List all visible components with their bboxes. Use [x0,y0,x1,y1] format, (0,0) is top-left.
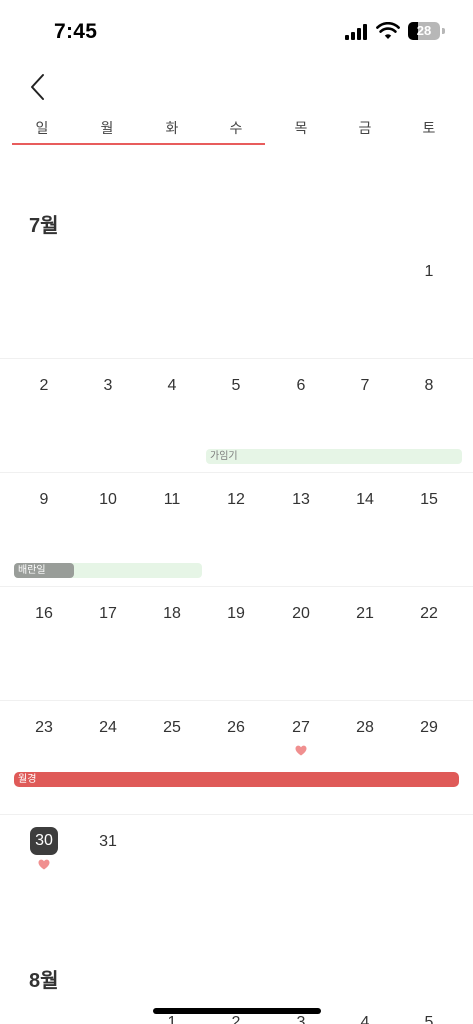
day-cell[interactable]: 7 [333,377,397,395]
status-bar: 7:45 28 [0,0,473,62]
day-cell[interactable]: 10 [76,491,140,509]
week-row: 23 24 25 26 27 28 29 월경 [0,701,473,815]
day-cell[interactable]: 14 [333,491,397,509]
day-cell[interactable]: 31 [76,833,140,851]
weekday-sun: 일 [35,121,49,137]
day-cell[interactable]: 29 [397,719,461,737]
day-cell[interactable]: 15 [397,491,461,509]
heart-icon [38,859,50,870]
month-title-august: 8월 [29,970,59,992]
week-row: 9 10 11 12 13 14 15 배란일 [0,473,473,587]
day-cell[interactable]: 19 [204,605,268,623]
day-cell[interactable]: 1 [140,1014,204,1024]
day-cell[interactable]: 24 [76,719,140,737]
home-indicator[interactable] [153,1008,321,1014]
day-cell[interactable]: 23 [12,719,76,737]
day-cell[interactable]: 26 [204,719,268,737]
battery-level: 28 [416,23,432,38]
day-cell[interactable]: 11 [140,491,204,509]
week-row: 1 [0,245,473,359]
back-button[interactable] [24,70,54,104]
day-cell[interactable]: 13 [269,491,333,509]
day-cell[interactable]: 3 [269,1014,333,1024]
day-cell[interactable]: 28 [333,719,397,737]
battery-nub [442,28,445,34]
day-cell[interactable]: 8 [397,377,461,395]
fertile-window-event[interactable]: 가임기 [206,449,462,464]
chevron-left-icon [31,74,44,100]
day-cell[interactable]: 25 [140,719,204,737]
weekday-fri: 금 [358,121,372,137]
week-row: 30 31 [0,815,473,929]
period-event[interactable]: 월경 [14,772,459,787]
weekday-underline [12,143,265,145]
weekday-mon: 월 [100,121,114,137]
day-cell[interactable]: 20 [269,605,333,623]
wifi-icon [376,22,400,39]
day-cell[interactable]: 5 [204,377,268,395]
day-cell[interactable]: 18 [140,605,204,623]
day-cell[interactable]: 1 [397,263,461,281]
battery-icon: 28 [408,22,440,40]
heart-icon [295,745,307,756]
day-cell[interactable]: 2 [204,1014,268,1024]
week-row: 16 17 18 19 20 21 22 [0,587,473,701]
day-cell[interactable]: 5 [397,1014,461,1024]
status-time: 7:45 [54,20,98,43]
day-cell[interactable]: 3 [76,377,140,395]
weekday-sat: 토 [422,121,436,137]
day-cell[interactable]: 21 [333,605,397,623]
day-cell[interactable]: 12 [204,491,268,509]
day-cell[interactable]: 17 [76,605,140,623]
day-cell[interactable]: 6 [269,377,333,395]
day-cell[interactable]: 4 [333,1014,397,1024]
ovulation-day-event[interactable]: 배란일 [14,563,74,578]
weekday-wed: 수 [229,121,243,137]
weekday-header: 일 월 화 수 목 금 토 [0,118,473,144]
cellular-signal-icon [345,24,369,40]
month-title-july: 7월 [29,215,59,237]
day-cell[interactable]: 2 [12,377,76,395]
day-cell[interactable]: 9 [12,491,76,509]
weekday-thu: 목 [294,121,308,137]
day-cell-today[interactable]: 30 [30,827,58,855]
day-cell[interactable]: 4 [140,377,204,395]
day-cell[interactable]: 16 [12,605,76,623]
weekday-tue: 화 [165,121,179,137]
day-cell[interactable]: 27 [269,719,333,737]
week-row: 2 3 4 5 6 7 8 가임기 [0,359,473,473]
day-cell[interactable]: 22 [397,605,461,623]
